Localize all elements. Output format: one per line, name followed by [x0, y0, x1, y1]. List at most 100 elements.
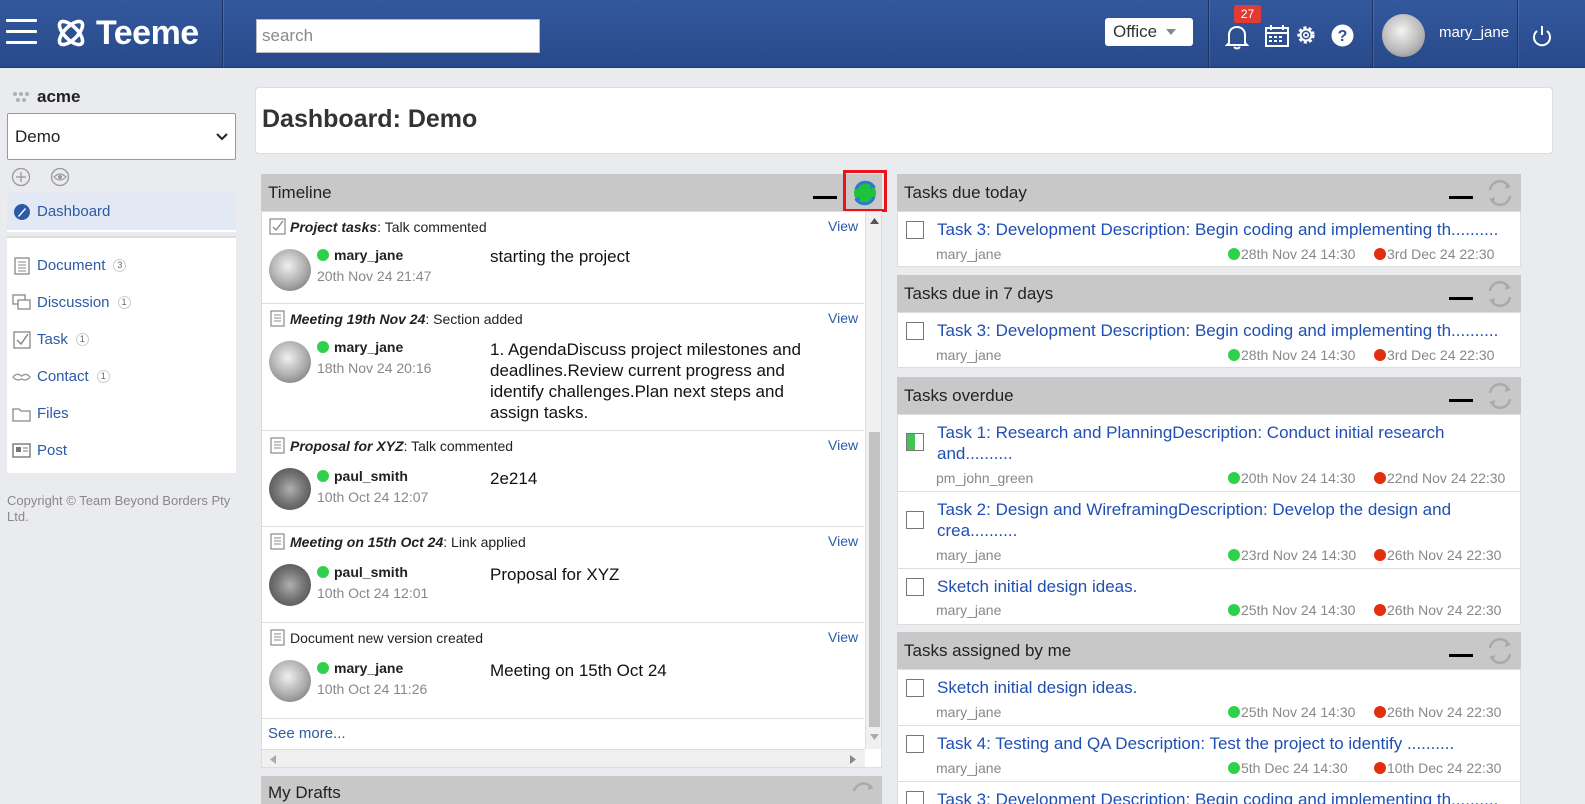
- task-checkbox[interactable]: [906, 511, 924, 529]
- task-title-link[interactable]: Task 2: Design and WireframingDescriptio…: [937, 499, 1507, 541]
- start-date-text: 23rd Nov 24 14:30: [1241, 547, 1357, 563]
- task-user: mary_jane: [936, 602, 1002, 618]
- discussion-icon: [12, 293, 31, 312]
- task-title-link[interactable]: Task 3: Development Description: Begin c…: [937, 789, 1507, 804]
- count-badge: 1: [75, 333, 89, 346]
- divider: [222, 0, 223, 68]
- scroll-right-icon[interactable]: [850, 755, 856, 764]
- minimize-icon[interactable]: [1449, 196, 1473, 199]
- minimize-icon[interactable]: [1449, 297, 1473, 300]
- see-more-link[interactable]: See more...: [268, 725, 346, 742]
- bell-icon[interactable]: [1225, 24, 1249, 50]
- task-checkbox[interactable]: [906, 791, 924, 804]
- menu-icon[interactable]: [6, 19, 37, 45]
- sidebar-item-contact[interactable]: Contact 1: [7, 358, 236, 395]
- task-title-link[interactable]: Sketch initial design ideas.: [937, 576, 1507, 597]
- sidebar-item-task[interactable]: Task 1: [7, 321, 236, 358]
- task-row: Task 4: Testing and QA Description: Test…: [898, 726, 1520, 782]
- minimize-icon[interactable]: [1449, 654, 1473, 657]
- sidebar-item-document[interactable]: Document 3: [7, 247, 236, 284]
- task-row: Task 3: Development Description: Begin c…: [898, 313, 1520, 367]
- start-date-text: 25th Nov 24 14:30: [1241, 704, 1356, 720]
- view-link[interactable]: View: [828, 310, 858, 326]
- dashboard-select[interactable]: Demo: [7, 113, 236, 160]
- panel-title: Tasks assigned by me: [904, 640, 1072, 660]
- user-avatar[interactable]: [1382, 14, 1425, 57]
- task-checkbox[interactable]: [906, 578, 924, 596]
- timeline-text: 2e214: [490, 469, 538, 488]
- contact-icon: [12, 367, 31, 386]
- help-icon[interactable]: ?: [1331, 24, 1354, 47]
- sidebar-item-dashboard[interactable]: Dashboard: [7, 193, 236, 230]
- task-title-link[interactable]: Task 1: Research and PlanningDescription…: [937, 422, 1507, 464]
- horizontal-scrollbar[interactable]: [262, 749, 865, 767]
- timeline-user: paul_smith: [317, 468, 408, 484]
- refresh-icon[interactable]: [1485, 178, 1515, 208]
- timeline-subject[interactable]: Meeting on 15th Oct 24: [290, 534, 443, 550]
- task-title-link[interactable]: Sketch initial design ideas.: [937, 677, 1507, 698]
- count-badge: 3: [113, 259, 127, 272]
- task-checkbox-partial[interactable]: [906, 433, 924, 451]
- refresh-icon[interactable]: [1485, 279, 1515, 309]
- view-link[interactable]: View: [828, 437, 858, 453]
- timeline-action: Document new version created: [290, 629, 483, 646]
- scroll-up-icon[interactable]: [870, 218, 879, 224]
- office-dropdown[interactable]: Office: [1105, 18, 1193, 46]
- gear-icon[interactable]: [1294, 23, 1318, 47]
- vertical-scrollbar[interactable]: [865, 212, 881, 749]
- sidebar-item-discussion[interactable]: Discussion 1: [7, 284, 236, 321]
- start-dot-icon: [1228, 762, 1240, 774]
- task-title-link[interactable]: Task 3: Development Description: Begin c…: [937, 320, 1507, 341]
- task-user: mary_jane: [936, 547, 1002, 563]
- dashboard-header: Dashboard: Demo: [255, 87, 1553, 154]
- task-title-link[interactable]: Task 4: Testing and QA Description: Test…: [937, 733, 1507, 754]
- timeline-subject[interactable]: Meeting 19th Nov 24: [290, 311, 425, 327]
- online-dot-icon: [317, 249, 329, 261]
- scrollbar-thumb[interactable]: [869, 432, 880, 727]
- scroll-left-icon[interactable]: [270, 755, 276, 764]
- view-link[interactable]: View: [828, 218, 858, 234]
- sidebar-tools: [11, 167, 70, 187]
- minimize-icon[interactable]: [813, 196, 837, 199]
- avatar: [269, 564, 311, 606]
- timeline-subject[interactable]: Project tasks: [290, 219, 377, 235]
- scroll-down-icon[interactable]: [870, 734, 879, 740]
- sidebar-item-label: Document: [37, 257, 106, 274]
- timeline-username: paul_smith: [334, 564, 408, 580]
- minimize-icon[interactable]: [1449, 399, 1473, 402]
- task-checkbox[interactable]: [906, 322, 924, 340]
- online-dot-icon: [317, 662, 329, 674]
- sidebar-item-files[interactable]: Files: [7, 395, 236, 432]
- power-icon[interactable]: [1532, 25, 1552, 47]
- task-checkbox[interactable]: [906, 221, 924, 239]
- start-date-text: 25th Nov 24 14:30: [1241, 602, 1356, 618]
- search-input[interactable]: [256, 19, 540, 53]
- document-icon: [270, 437, 285, 454]
- add-icon[interactable]: [11, 167, 31, 187]
- calendar-icon[interactable]: [1265, 25, 1289, 47]
- task-checkbox[interactable]: [906, 735, 924, 753]
- task-title-link[interactable]: Task 3: Development Description: Begin c…: [937, 219, 1507, 240]
- start-dot-icon: [1228, 706, 1240, 718]
- refresh-icon[interactable]: [1485, 381, 1515, 411]
- view-link[interactable]: View: [828, 533, 858, 549]
- dashboard-icon: [12, 202, 31, 221]
- timeline-subject[interactable]: Proposal for XYZ: [290, 438, 404, 454]
- username[interactable]: mary_jane: [1439, 24, 1509, 41]
- view-link[interactable]: View: [828, 629, 858, 645]
- eye-icon[interactable]: [50, 167, 70, 187]
- refresh-icon[interactable]: [1485, 636, 1515, 666]
- timeline-item-header: Meeting on 15th Oct 24: Link applied: [269, 533, 526, 550]
- sidebar-nav-primary: Dashboard: [7, 193, 236, 232]
- top-bar: Teeme Office 27 ? mary_jane: [0, 0, 1585, 68]
- refresh-icon[interactable]: [849, 780, 877, 804]
- task-row: Task 3: Development Description: Begin c…: [898, 212, 1520, 266]
- end-dot-icon: [1374, 472, 1386, 484]
- task-start-date: 25th Nov 24 14:30: [1228, 602, 1355, 618]
- sidebar-item-post[interactable]: Post: [7, 432, 236, 469]
- brand-logo[interactable]: Teeme: [54, 13, 199, 53]
- timeline-item-header: Proposal for XYZ: Talk commented: [269, 437, 513, 454]
- timeline-list: Project tasks: Talk commented View mary_…: [261, 211, 882, 768]
- task-checkbox[interactable]: [906, 679, 924, 697]
- timeline-action: : Section added: [425, 310, 523, 327]
